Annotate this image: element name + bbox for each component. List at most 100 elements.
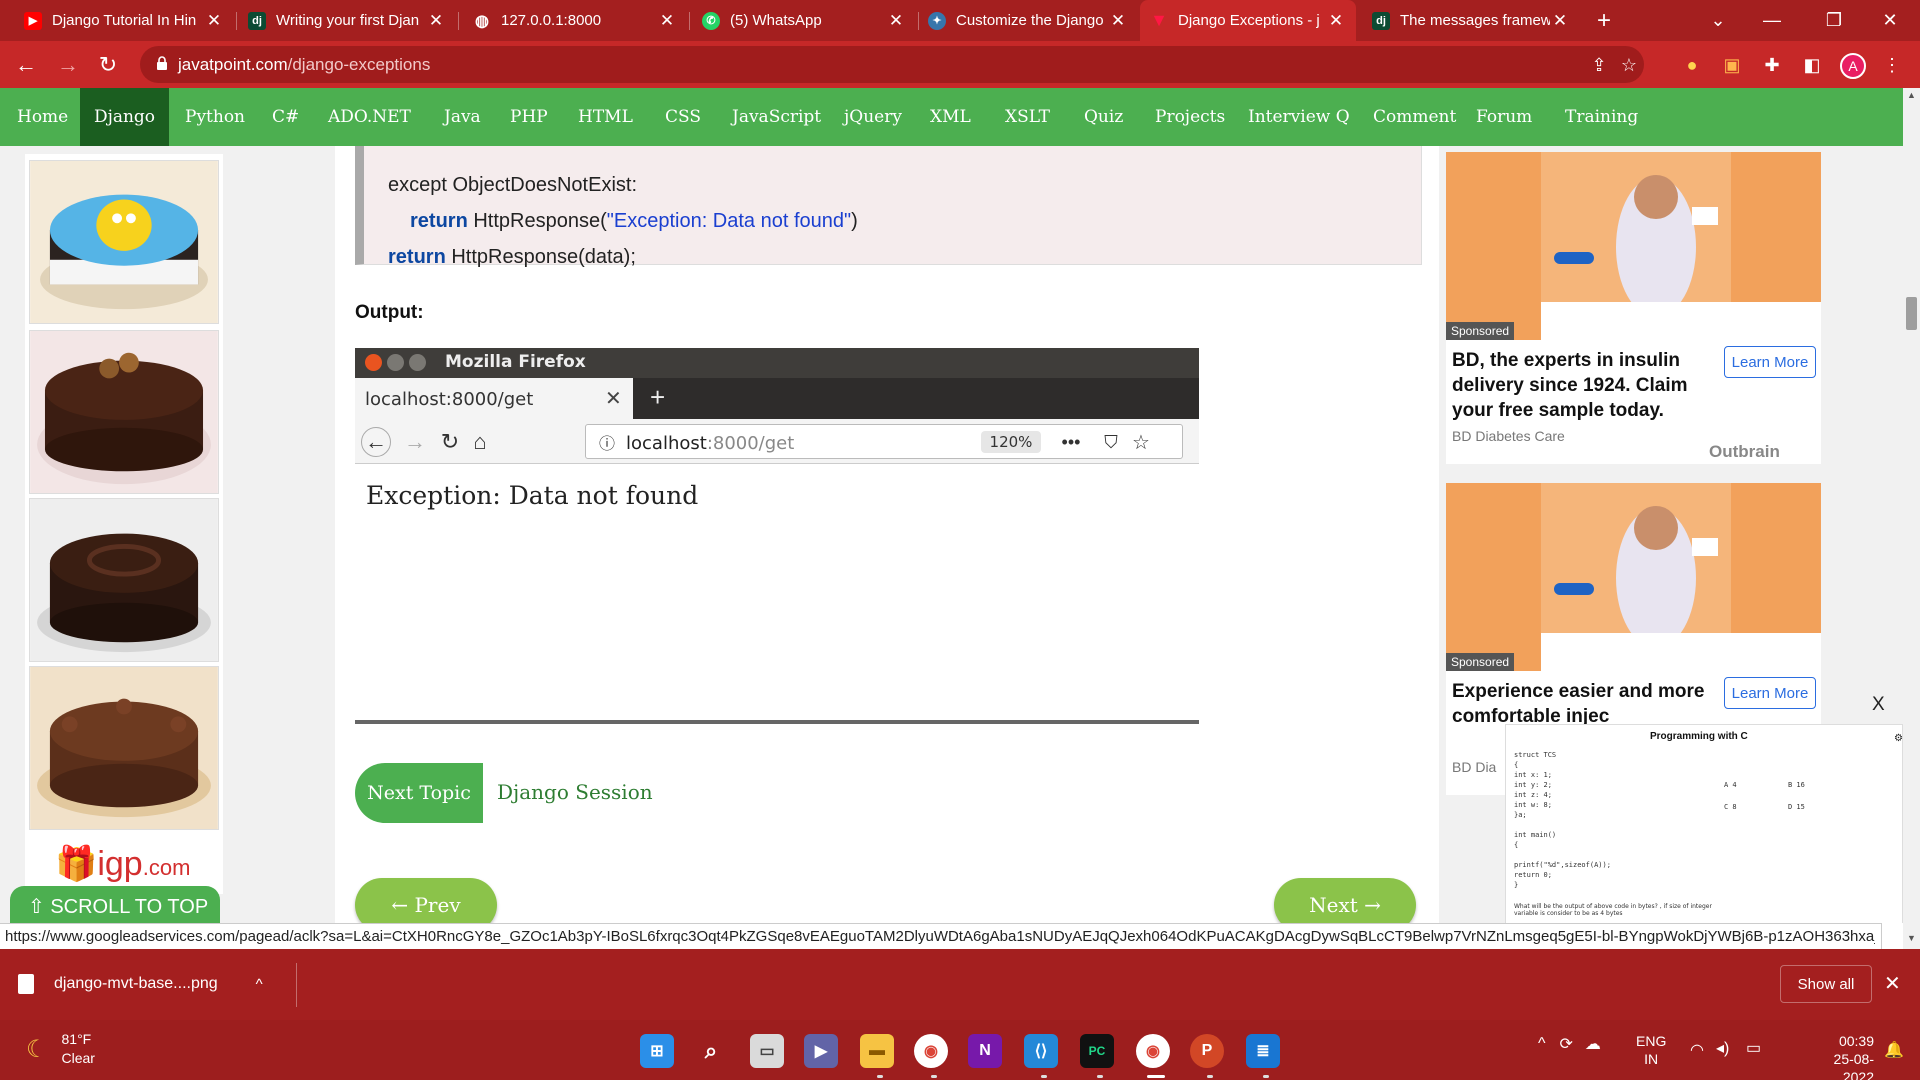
show-all-button[interactable]: Show all [1780,965,1872,1003]
language-indicator[interactable]: ENG IN [1636,1032,1666,1068]
new-tab-button[interactable]: + [1584,0,1624,41]
tab-search-chevron-icon[interactable]: ⌄ [1690,0,1746,41]
profile-avatar[interactable]: A [1840,53,1866,79]
browser-tab-localhost[interactable]: ◍ 127.0.0.1:8000 ✕ [463,0,687,41]
forward-arrow-icon[interactable]: → [54,51,82,79]
nav-item-training[interactable]: Training [1565,88,1638,146]
nav-item-projects[interactable]: Projects [1155,88,1225,146]
ad-image [1446,152,1821,340]
browser-tab-youtube[interactable]: ▶ Django Tutorial In Hin ✕ [14,0,234,41]
nav-item-xml[interactable]: XML [930,88,971,146]
powerpoint-icon[interactable]: P [1190,1034,1224,1068]
scroll-to-top-button[interactable]: ⇧ SCROLL TO TOP [10,886,220,923]
nav-item-javascript[interactable]: JavaScript [732,88,821,146]
next-button[interactable]: Next → [1274,878,1416,923]
browser-tab-customize-django[interactable]: ✦ Customize the Django ✕ [918,0,1138,41]
nav-item-quiz[interactable]: Quiz [1084,88,1123,146]
cloud-icon[interactable]: ☁ [1585,1034,1601,1054]
chrome-icon[interactable]: ◉ [914,1034,948,1068]
nav-item-jquery[interactable]: jQuery [844,88,902,146]
teams-chat-icon[interactable]: ▶ [804,1034,838,1068]
left-ad-banner[interactable]: ⓘ ✕ [25,154,223,894]
close-tab-icon[interactable]: ✕ [426,11,446,31]
close-tab-icon[interactable]: ✕ [886,11,906,31]
notification-bell-icon[interactable]: 🔔 [1884,1040,1904,1060]
code-text: HttpResponse( [467,210,607,232]
close-icon[interactable]: ✕ [1884,971,1901,996]
nav-item-csharp[interactable]: C# [272,88,299,146]
clock[interactable]: 00:39 25-08-2022 [1804,1032,1874,1080]
task-view-icon[interactable]: ▭ [750,1034,784,1068]
nav-item-forum[interactable]: Forum [1476,88,1532,146]
sync-icon[interactable]: ⟳ [1560,1034,1573,1054]
video-settings-icon[interactable]: ⚙ [1894,733,1903,744]
share-icon[interactable]: ⇪ [1588,54,1610,76]
download-item[interactable]: django-mvt-base....png ^ [18,965,290,1003]
nav-item-xslt[interactable]: XSLT [1005,88,1050,146]
notepad-icon[interactable]: ≣ [1246,1034,1280,1068]
scroll-up-icon[interactable]: ▲ [1907,90,1916,100]
search-icon[interactable]: ⌕ [694,1034,728,1068]
close-tab-icon[interactable]: ✕ [1108,11,1128,31]
volume-icon[interactable]: ◂) [1716,1038,1729,1058]
firefox-url-host: localhost [626,433,707,454]
more-menu-icon[interactable]: ⋮ [1880,53,1904,77]
nav-item-html[interactable]: HTML [578,88,633,146]
file-explorer-icon[interactable]: ▬ [860,1034,894,1068]
battery-icon[interactable]: ▭ [1746,1038,1761,1058]
django-icon: dj [1372,11,1390,30]
nav-item-comment[interactable]: Comment [1373,88,1456,146]
url-text[interactable]: javatpoint.com/django-exceptions [178,55,430,75]
onenote-icon[interactable]: N [968,1034,1002,1068]
close-tab-icon[interactable]: ✕ [657,11,677,31]
nav-item-java[interactable]: Java [444,88,481,146]
browser-tab-messages-framework[interactable]: dj The messages framew ✕ [1362,0,1580,41]
browser-tab-whatsapp[interactable]: ✆ (5) WhatsApp ✕ [692,0,916,41]
windows-start-icon[interactable]: ⊞ [640,1034,674,1068]
scrollbar-thumb[interactable] [1906,297,1917,330]
nav-item-home[interactable]: Home [0,88,85,146]
igp-logo[interactable]: 🎁igp.com [55,844,190,884]
learn-more-button[interactable]: Learn More [1724,677,1816,709]
pycharm-icon[interactable]: PC [1080,1034,1114,1068]
floating-video-player[interactable]: Programming with C struct TCS { int x: 1… [1505,724,1903,923]
nav-item-python[interactable]: Python [185,88,245,146]
vertical-scrollbar[interactable]: ▲ ▼ [1903,88,1920,949]
next-topic-link[interactable]: Django Session [497,780,653,804]
nav-item-django[interactable]: Django [80,88,169,146]
sponsored-ad-card[interactable]: Sponsored BD, the experts in insulin del… [1446,152,1821,464]
prev-button[interactable]: ← Prev [355,878,497,923]
chrome-profile-icon[interactable]: ◉ [1136,1034,1170,1068]
restore-button[interactable]: ❐ [1806,0,1862,41]
scroll-down-icon[interactable]: ▼ [1907,933,1916,943]
weather-widget[interactable]: ☾ 81°F Clear [26,1030,95,1068]
address-bar[interactable]: javatpoint.com/django-exceptions ⇪ ☆ [140,46,1644,83]
extension-lightbulb-icon[interactable]: ● [1680,53,1704,77]
ad-headline[interactable]: Experience easier and more comfortable i… [1452,679,1722,729]
vscode-icon[interactable]: ⟨⟩ [1024,1034,1058,1068]
close-window-button[interactable]: ✕ [1862,0,1918,41]
nav-item-php[interactable]: PHP [510,88,548,146]
close-ad-icon[interactable]: X [1872,694,1885,716]
browser-tab-django-exceptions[interactable]: ▼ Django Exceptions - j ✕ [1140,0,1356,41]
wifi-icon[interactable]: ◠ [1690,1040,1704,1060]
side-panel-icon[interactable]: ◧ [1800,53,1824,77]
nav-item-adonet[interactable]: ADO.NET [328,88,411,146]
extension-screen-icon[interactable]: ▣ [1720,53,1744,77]
browser-tab-django-first[interactable]: dj Writing your first Djan ✕ [238,0,456,41]
nav-item-css[interactable]: CSS [665,88,701,146]
chevron-up-icon[interactable]: ^ [1538,1035,1546,1053]
learn-more-button[interactable]: Learn More [1724,346,1816,378]
close-tab-icon[interactable]: ✕ [1326,11,1346,31]
bookmark-star-icon[interactable]: ☆ [1618,54,1640,76]
close-tab-icon[interactable]: ✕ [1550,11,1570,31]
close-tab-icon[interactable]: ✕ [204,11,224,31]
reload-icon[interactable]: ↻ [94,51,122,79]
back-arrow-icon[interactable]: ← [12,51,40,79]
ad-headline[interactable]: BD, the experts in insulin delivery sinc… [1452,348,1722,423]
minimize-button[interactable]: — [1744,0,1800,41]
chevron-up-icon[interactable]: ^ [256,976,263,993]
nav-item-interview-q[interactable]: Interview Q [1248,88,1350,146]
extensions-puzzle-icon[interactable]: ✚ [1760,53,1784,77]
outbrain-logo[interactable]: Outbrain [1709,442,1780,462]
